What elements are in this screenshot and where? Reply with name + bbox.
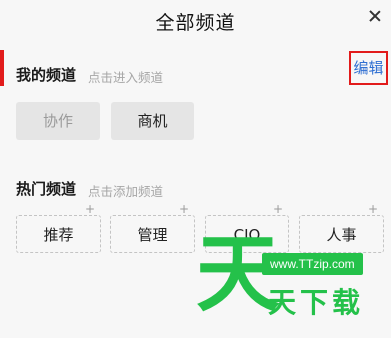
close-icon[interactable] <box>367 8 383 24</box>
page-title: 全部频道 <box>155 12 236 34</box>
channel-chip-business[interactable]: 商机 <box>111 102 194 140</box>
add-icon: + <box>272 202 283 216</box>
hot-chip-label: 管理 <box>137 226 168 244</box>
my-channels-title: 我的频道 <box>16 66 77 84</box>
watermark-url: www.TTzip.com <box>262 253 363 275</box>
watermark-logo: 天 <box>196 225 281 323</box>
my-channels-hint: 点击进入频道 <box>88 70 164 85</box>
hot-chip-label: 人事 <box>326 226 357 244</box>
hot-chip-label: 推荐 <box>43 226 74 244</box>
hot-channels-hint: 点击添加频道 <box>88 184 164 199</box>
hot-channels-title: 热门频道 <box>16 180 77 198</box>
channel-chip-collaboration[interactable]: 协作 <box>16 102 100 140</box>
add-icon: + <box>367 202 378 216</box>
section-indicator <box>0 50 4 86</box>
hot-chip-recommend[interactable]: 推荐 + <box>16 203 101 253</box>
dialog-header: 全部频道 <box>0 0 391 40</box>
hot-chip-management[interactable]: 管理 + <box>110 203 195 253</box>
edit-button[interactable]: 编辑 <box>349 51 388 85</box>
add-icon: + <box>84 202 95 216</box>
watermark-text: 天下载 <box>268 286 365 319</box>
add-icon: + <box>178 202 189 216</box>
hot-chip-hr[interactable]: 人事 + <box>299 203 384 253</box>
